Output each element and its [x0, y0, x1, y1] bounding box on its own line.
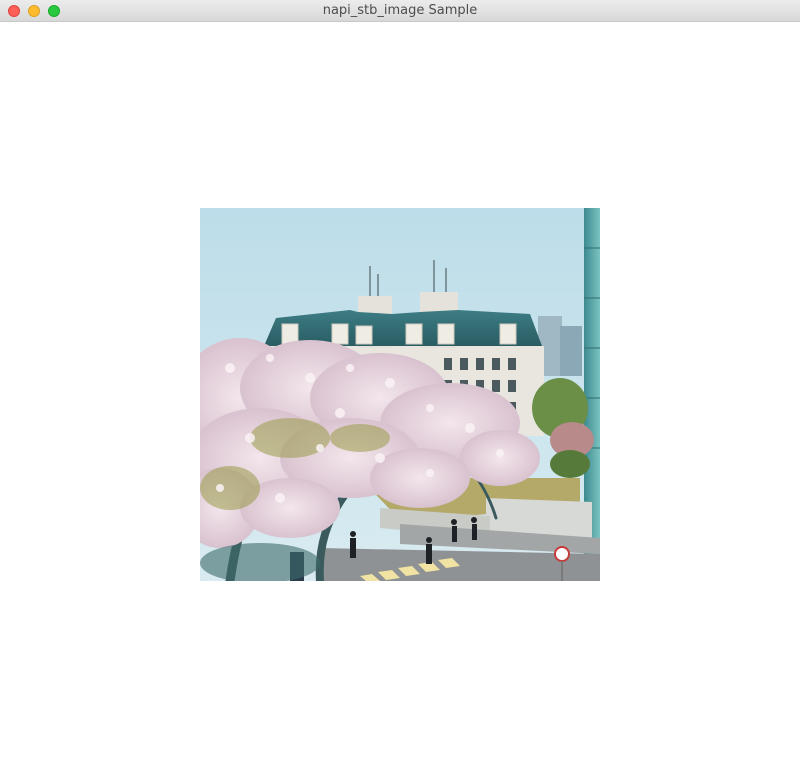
- cherry-blossom-photo: [200, 208, 600, 581]
- decoded-image: [200, 208, 600, 581]
- render-canvas: [0, 22, 800, 768]
- title-bar[interactable]: napi_stb_image Sample: [0, 0, 800, 22]
- window-title: napi_stb_image Sample: [322, 3, 478, 18]
- app-window: napi_stb_image Sample: [0, 0, 800, 768]
